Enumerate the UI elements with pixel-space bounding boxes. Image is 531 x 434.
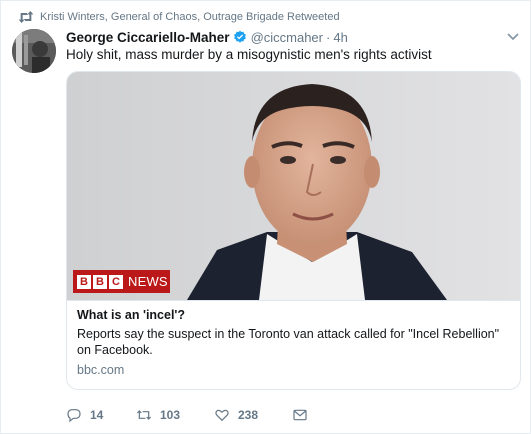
reply-button[interactable]: 14 [66, 407, 136, 423]
tweet[interactable]: Kristi Winters, General of Chaos, Outrag… [0, 0, 531, 434]
direct-message-button[interactable] [292, 407, 308, 423]
retweet-button[interactable]: 103 [136, 407, 214, 423]
card-description: Reports say the suspect in the Toronto v… [77, 327, 500, 357]
bbc-news-badge: B B C NEWS [73, 270, 170, 293]
card-body[interactable]: What is an 'incel'? Reports say the susp… [67, 300, 520, 389]
retweet-count: 103 [160, 408, 181, 422]
tweet-timestamp[interactable]: 4h [333, 30, 347, 45]
caret-down-icon[interactable] [506, 29, 520, 43]
retweet-context[interactable]: Kristi Winters, General of Chaos, Outrag… [18, 9, 340, 25]
bbc-letter-2: B [93, 274, 107, 289]
retweet-icon [18, 11, 34, 23]
envelope-icon [293, 409, 307, 421]
card-image[interactable]: B B C NEWS [67, 72, 520, 300]
avatar[interactable] [12, 29, 56, 73]
retweet-context-text: Kristi Winters, General of Chaos, Outrag… [40, 11, 340, 23]
author-display-name[interactable]: George Ciccariello-Maher [66, 30, 230, 45]
like-count: 238 [238, 408, 259, 422]
header-separator: · [326, 29, 331, 45]
reply-count: 14 [90, 408, 104, 422]
like-button[interactable]: 238 [214, 407, 292, 423]
card-photo [67, 72, 520, 300]
link-card[interactable]: B B C NEWS What is an 'incel'? Reports s… [66, 71, 521, 390]
tweet-text: Holy shit, mass murder by a misogynistic… [66, 47, 432, 62]
retweet-icon [136, 410, 152, 420]
bbc-news-word: NEWS [128, 274, 168, 289]
tweet-actions: 14 103 238 [66, 405, 308, 425]
author-handle[interactable]: @ciccmaher [251, 30, 323, 45]
reply-icon [67, 409, 81, 423]
card-domain: bbc.com [77, 363, 125, 377]
avatar-image [12, 29, 56, 73]
heart-icon [215, 409, 229, 422]
verified-badge-icon [233, 30, 246, 43]
card-title: What is an 'incel'? [77, 308, 186, 322]
bbc-letter-3: C [109, 274, 123, 289]
bbc-letter-1: B [77, 274, 91, 289]
tweet-header: George Ciccariello-Maher @ciccmaher · 4h [66, 28, 348, 46]
